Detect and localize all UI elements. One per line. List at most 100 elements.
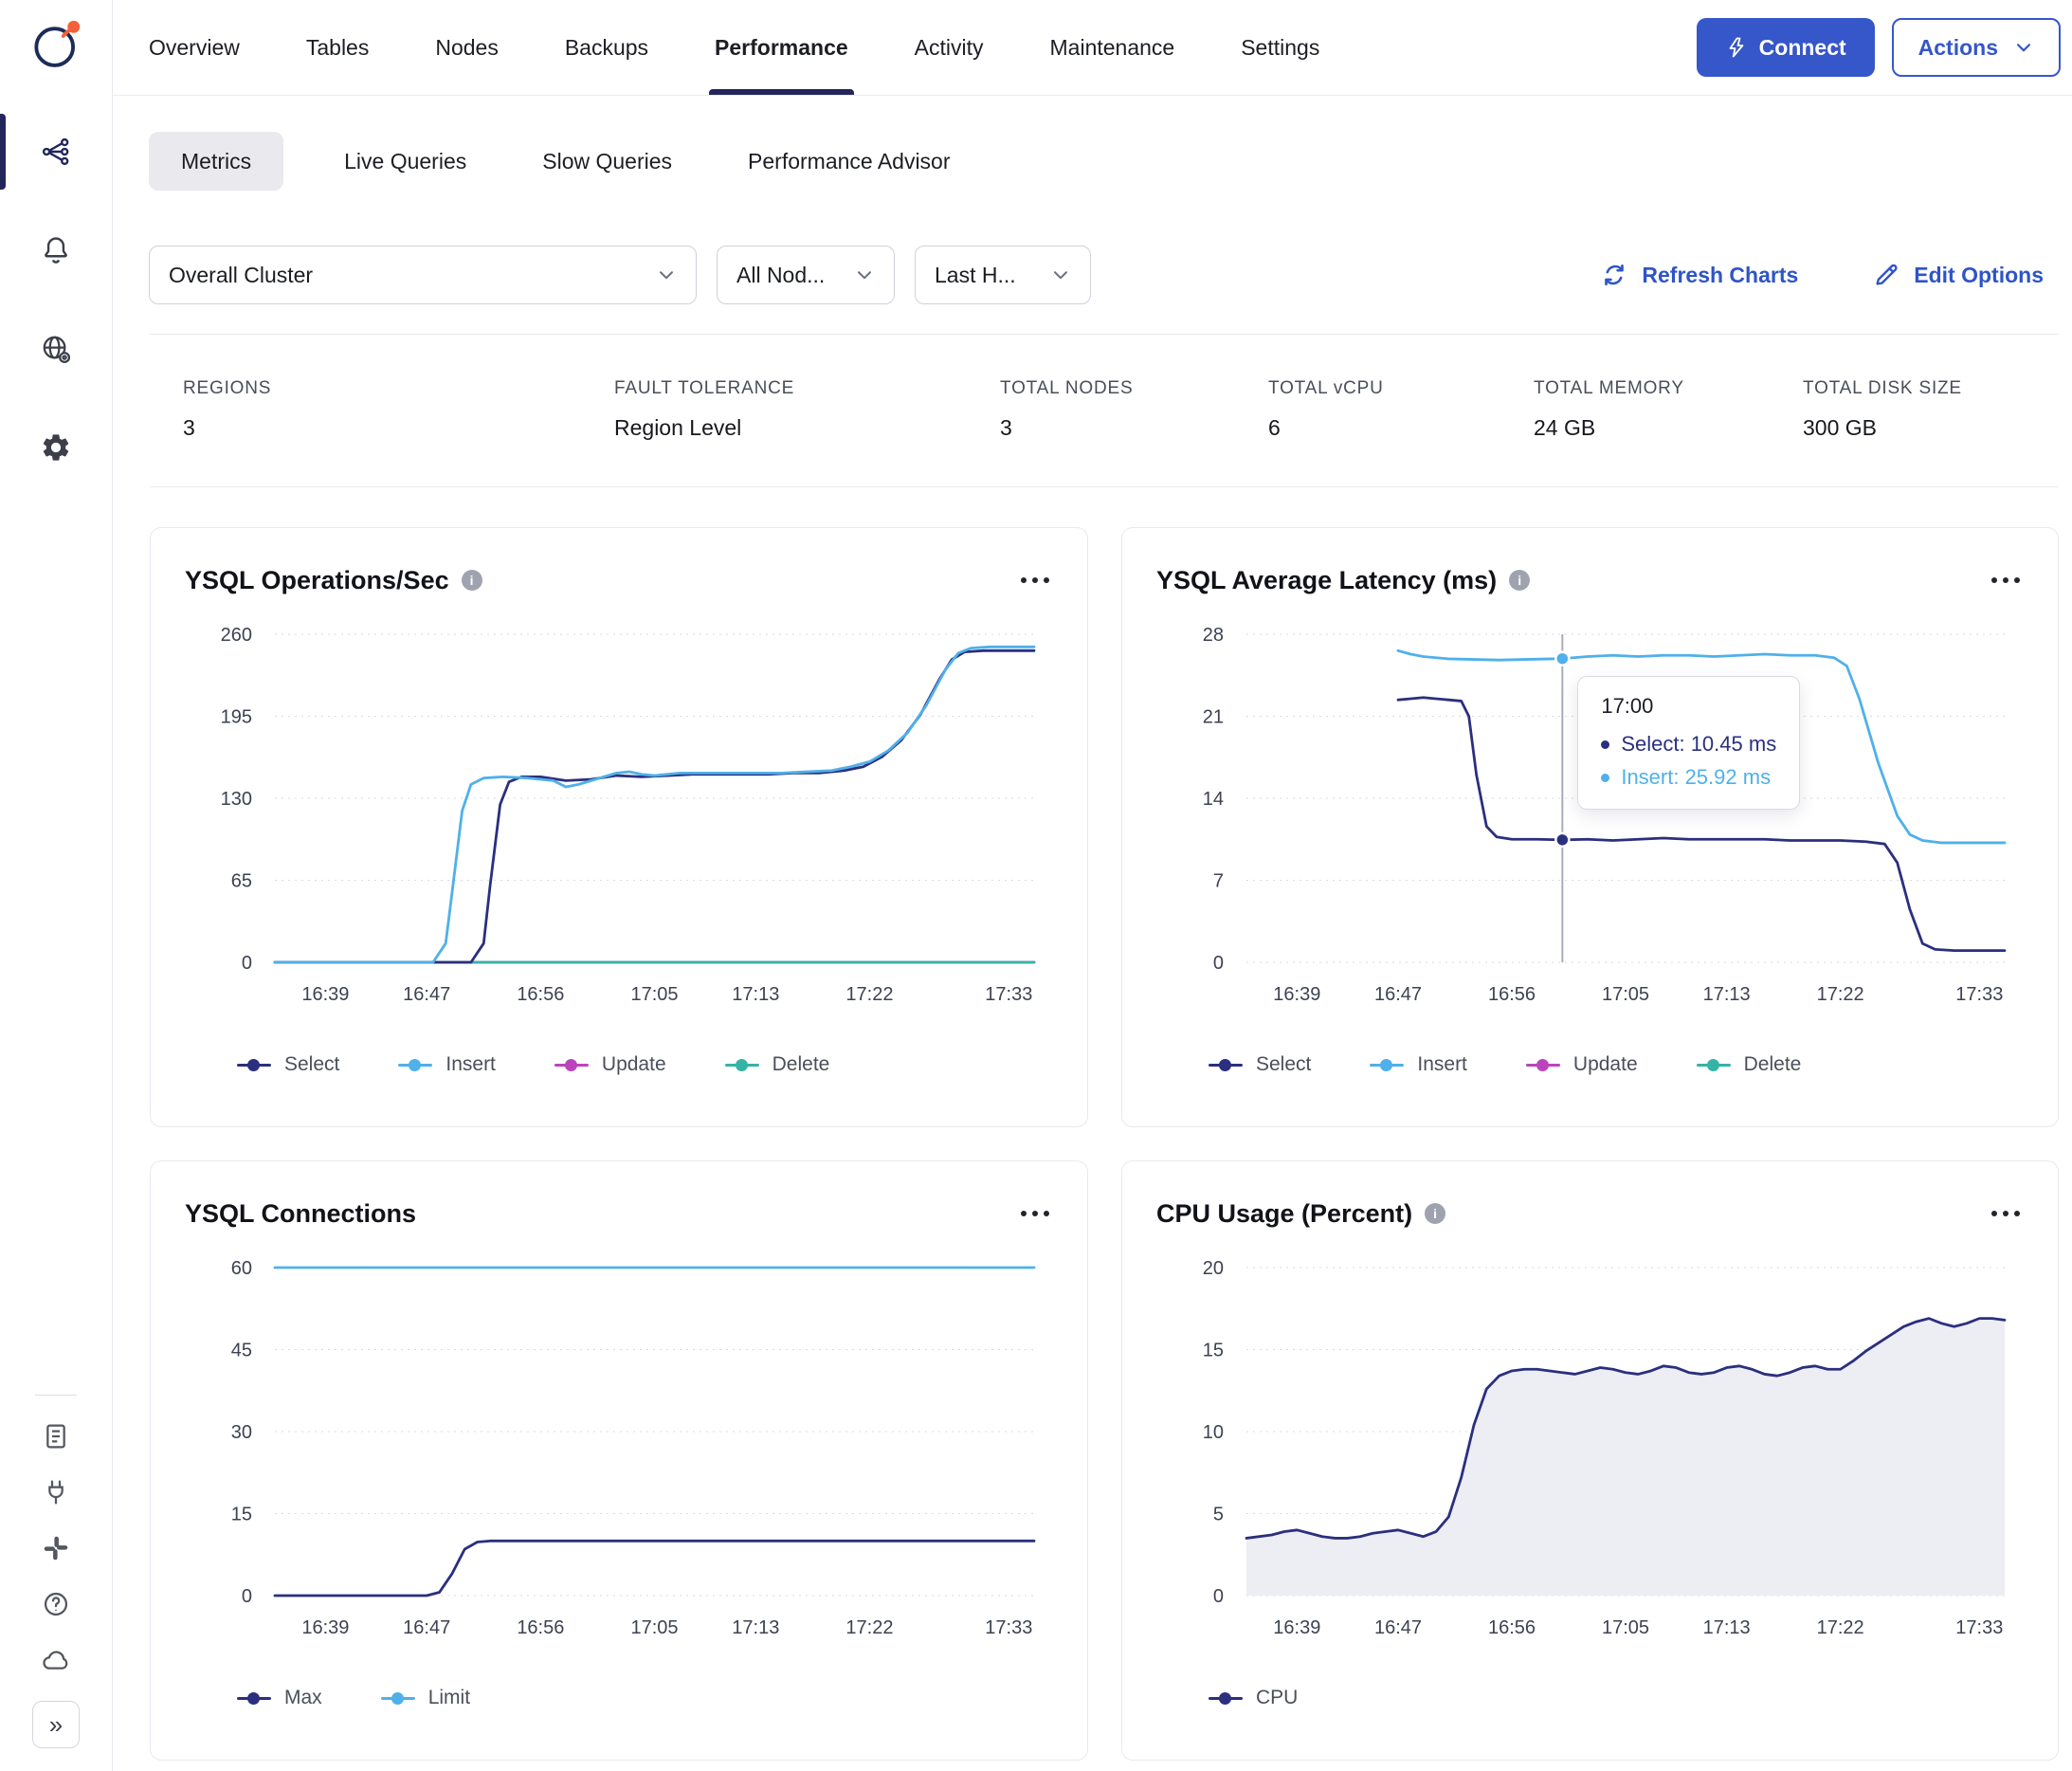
chart-menu-button[interactable] — [1988, 568, 2024, 593]
chart-card-ysql-connections: YSQL Connections 0 15 30 45 60 16:39 16:47 16:5… — [150, 1160, 1088, 1761]
tab-activity[interactable]: Activity — [915, 0, 984, 95]
chart-menu-button[interactable] — [1988, 1201, 2024, 1226]
nav-actions: Connect Actions — [1696, 0, 2061, 95]
edit-options-label: Edit Options — [1914, 262, 2044, 287]
time-range-select[interactable]: Last H... — [915, 246, 1091, 304]
cloud-icon — [43, 1651, 68, 1670]
legend-label: Delete — [772, 1053, 830, 1075]
svg-text:7: 7 — [1213, 871, 1224, 892]
legend-item-update[interactable]: Update — [1525, 1053, 1638, 1076]
tab-performance[interactable]: Performance — [709, 0, 854, 95]
legend-marker — [1209, 1058, 1243, 1072]
svg-text:17:13: 17:13 — [732, 984, 779, 1005]
legend-label: Select — [1256, 1053, 1312, 1075]
refresh-charts-button[interactable]: Refresh Charts — [1600, 261, 1798, 289]
legend-item-select[interactable]: Select — [237, 1053, 339, 1076]
legend-item-max[interactable]: Max — [237, 1687, 322, 1709]
chart-menu-button[interactable] — [1017, 568, 1053, 593]
tab-backups[interactable]: Backups — [565, 0, 648, 95]
chart-title: YSQL Average Latency (ms) — [1156, 565, 1498, 594]
legend-marker — [380, 1691, 415, 1706]
legend-item-insert[interactable]: Insert — [1370, 1053, 1467, 1076]
subtab-performance-advisor[interactable]: Performance Advisor — [733, 132, 965, 191]
svg-text:15: 15 — [1203, 1341, 1224, 1361]
legend-item-insert[interactable]: Insert — [398, 1053, 496, 1076]
globe-gear-icon — [43, 336, 71, 364]
tab-overview[interactable]: Overview — [149, 0, 240, 95]
filter-links: Refresh Charts Edit Options — [1600, 261, 2044, 289]
legend-marker — [398, 1058, 433, 1072]
top-navigation: Overview Tables Nodes Backups Performanc… — [113, 0, 2072, 96]
cluster-stats-bar: REGIONS 3 FAULT TOLERANCE Region Level T… — [150, 334, 2059, 487]
tooltip-time: 17:00 — [1601, 694, 1654, 718]
cluster-scope-select[interactable]: Overall Cluster — [149, 246, 697, 304]
subtab-slow-queries[interactable]: Slow Queries — [527, 132, 687, 191]
sidebar: » — [0, 0, 113, 1771]
sidebar-item-help[interactable] — [41, 1589, 71, 1619]
svg-text:0: 0 — [242, 1586, 252, 1607]
actions-button-label: Actions — [1918, 34, 1998, 60]
svg-text:14: 14 — [1203, 789, 1224, 810]
sidebar-item-cloud[interactable] — [41, 1645, 71, 1675]
sidebar-collapse-button[interactable]: » — [32, 1701, 80, 1748]
actions-button[interactable]: Actions — [1891, 18, 2061, 77]
legend-item-cpu[interactable]: CPU — [1209, 1687, 1298, 1709]
tab-nodes[interactable]: Nodes — [435, 0, 498, 95]
sidebar-item-settings[interactable] — [0, 398, 112, 497]
cluster-icon — [42, 137, 69, 166]
connect-button[interactable]: Connect — [1696, 18, 1875, 77]
info-icon[interactable]: i — [1425, 1203, 1446, 1224]
subtab-metrics[interactable]: Metrics — [149, 132, 284, 191]
legend-item-update[interactable]: Update — [554, 1053, 666, 1076]
sidebar-item-docs[interactable] — [41, 1421, 71, 1451]
svg-text:16:47: 16:47 — [403, 1617, 450, 1638]
tab-maintenance[interactable]: Maintenance — [1050, 0, 1175, 95]
svg-text:16:39: 16:39 — [301, 984, 349, 1005]
svg-text:17:22: 17:22 — [1817, 1617, 1864, 1638]
series-dot — [1601, 773, 1610, 782]
tooltip-row-text: Insert: 25.92 ms — [1621, 765, 1772, 789]
bolt-icon — [1729, 37, 1744, 58]
svg-text:17:33: 17:33 — [985, 984, 1032, 1005]
legend-item-select[interactable]: Select — [1209, 1053, 1311, 1076]
stat-total-vcpu: TOTAL vCPU 6 — [1268, 378, 1534, 441]
chart-canvas: 0 5 10 15 20 16:39 16:47 16:56 17:05 17:13 17:22 17… — [1203, 1258, 2007, 1638]
info-icon[interactable]: i — [1509, 570, 1531, 591]
svg-text:17:33: 17:33 — [1955, 1617, 2003, 1638]
legend-label: CPU — [1256, 1687, 1299, 1708]
legend-marker — [1370, 1058, 1405, 1072]
tooltip-row-insert: Insert: 25.92 ms — [1601, 765, 1776, 790]
legend-item-limit[interactable]: Limit — [380, 1687, 470, 1709]
subtab-live-queries[interactable]: Live Queries — [329, 132, 482, 191]
svg-text:15: 15 — [231, 1505, 252, 1525]
stat-label: TOTAL DISK SIZE — [1803, 378, 1962, 398]
yugabyte-logo[interactable] — [27, 15, 85, 74]
sidebar-item-network[interactable] — [0, 300, 112, 398]
legend-marker — [237, 1691, 271, 1706]
connect-button-label: Connect — [1758, 34, 1846, 60]
sidebar-item-alerts[interactable] — [0, 201, 112, 300]
chart-card-ysql-latency: YSQL Average Latency (ms) i 0 7 14 21 28 16:3… — [1121, 527, 2059, 1127]
legend-item-delete[interactable]: Delete — [724, 1053, 830, 1076]
tab-tables[interactable]: Tables — [306, 0, 369, 95]
series-dot — [1601, 739, 1610, 749]
sidebar-item-clusters[interactable] — [0, 102, 112, 201]
sidebar-item-slack[interactable] — [41, 1533, 71, 1563]
stat-value: 3 — [183, 415, 195, 440]
info-icon[interactable]: i — [461, 570, 482, 591]
gear-icon — [43, 434, 69, 461]
edit-options-button[interactable]: Edit Options — [1872, 261, 2044, 289]
sidebar-item-integrations[interactable] — [41, 1477, 71, 1507]
legend-marker — [1696, 1058, 1731, 1072]
svg-text:0: 0 — [1213, 953, 1224, 974]
stat-label: TOTAL NODES — [1000, 378, 1134, 398]
nodes-select[interactable]: All Nod... — [717, 246, 895, 304]
stat-regions: REGIONS 3 — [183, 378, 614, 441]
tooltip-row-text: Select: 10.45 ms — [1621, 732, 1777, 756]
cluster-tabs: Overview Tables Nodes Backups Performanc… — [149, 0, 1319, 95]
tab-settings[interactable]: Settings — [1241, 0, 1319, 95]
legend-item-delete[interactable]: Delete — [1696, 1053, 1801, 1076]
cpu-usage-chart: 0 5 10 15 20 16:39 16:47 16:56 17:05 17:13 17:22 17… — [1156, 1254, 2024, 1645]
svg-text:16:39: 16:39 — [1273, 984, 1320, 1005]
chart-menu-button[interactable] — [1017, 1201, 1053, 1226]
